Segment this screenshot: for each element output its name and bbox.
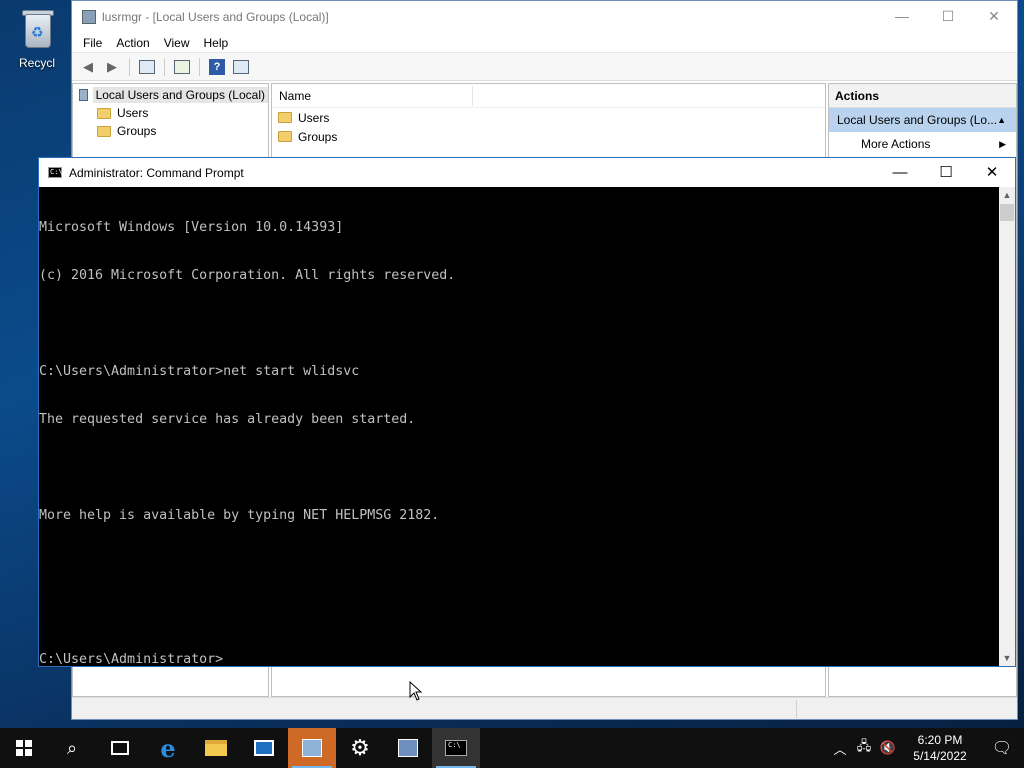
list-item-users[interactable]: Users: [272, 108, 825, 127]
task-view-button[interactable]: [96, 728, 144, 768]
export-list-icon[interactable]: [172, 57, 192, 77]
lusrmgr-maximize-button[interactable]: ☐: [925, 1, 971, 31]
taskbar-clock[interactable]: 6:20 PM 5/14/2022: [900, 732, 980, 764]
more-actions-label: More Actions: [861, 137, 931, 151]
volume-muted-icon[interactable]: 🔇: [876, 740, 900, 756]
mmc-icon: [398, 739, 418, 757]
cmd-title: Administrator: Command Prompt: [69, 165, 244, 180]
lusrmgr-toolbar: ◀ ▶ ?: [72, 53, 1017, 81]
more-actions-item[interactable]: More Actions ▶: [829, 132, 1016, 156]
menu-file[interactable]: File: [76, 36, 109, 50]
command-prompt-icon: C:\: [445, 740, 467, 756]
taskbar-settings[interactable]: ⚙: [336, 728, 384, 768]
cmd-titlebar[interactable]: C:\ Administrator: Command Prompt: [39, 158, 1015, 187]
recycle-bin-desktop-icon[interactable]: ♻ Recycl: [4, 6, 70, 70]
task-view-icon: [111, 741, 129, 755]
list-item-label: Users: [298, 110, 330, 125]
console-line: C:\Users\Administrator>net start wlidsvc: [39, 364, 360, 379]
taskbar-server-manager[interactable]: [240, 728, 288, 768]
back-arrow-icon[interactable]: ◀: [78, 57, 98, 77]
actions-section-local-users[interactable]: Local Users and Groups (Lo... ▲: [829, 108, 1016, 132]
menu-action[interactable]: Action: [109, 36, 156, 50]
menu-view[interactable]: View: [157, 36, 197, 50]
submenu-arrow-icon: ▶: [999, 138, 1006, 149]
folder-icon: [278, 112, 292, 123]
tree-item-users[interactable]: Users: [73, 104, 268, 122]
gear-icon: ⚙: [350, 735, 370, 760]
taskbar-command-prompt[interactable]: C:\: [432, 728, 480, 768]
clock-date: 5/14/2022: [913, 749, 967, 763]
taskbar-lusrmgr[interactable]: [288, 728, 336, 768]
folder-icon: [97, 125, 111, 137]
help-icon[interactable]: ?: [207, 57, 227, 77]
start-button[interactable]: [0, 728, 48, 768]
tree-item-groups[interactable]: Groups: [73, 122, 268, 140]
recycle-bin-icon: ♻: [17, 8, 57, 52]
file-explorer-icon: [205, 740, 227, 756]
network-icon[interactable]: 🖧: [852, 737, 876, 759]
taskbar-mmc[interactable]: [384, 728, 432, 768]
server-manager-icon: [254, 740, 274, 756]
menu-help[interactable]: Help: [197, 36, 236, 50]
list-item-groups[interactable]: Groups: [272, 127, 825, 146]
console-line: More help is available by typing NET HEL…: [39, 508, 440, 523]
lusrmgr-statusbar: [72, 697, 1017, 719]
scroll-thumb[interactable]: [1000, 204, 1014, 221]
windows-logo-icon: [16, 740, 32, 756]
lusrmgr-app-icon: [82, 10, 96, 24]
command-prompt-window: C:\ Administrator: Command Prompt — ☐ ✕ …: [38, 157, 1016, 667]
show-hidden-icons-chevron-icon[interactable]: ︿: [828, 739, 852, 758]
computer-management-icon: [302, 739, 322, 757]
action-center-icon[interactable]: 🗨: [980, 738, 1024, 758]
scroll-down-icon[interactable]: ▼: [999, 650, 1015, 666]
taskbar: ⌕ e ⚙ C:\ ︿ 🖧 🔇 6:20 PM 5/14/2022 🗨: [0, 728, 1024, 768]
lusrmgr-menubar: File Action View Help: [72, 33, 1017, 53]
console-scrollbar[interactable]: ▲ ▼: [999, 187, 1015, 666]
tree-item-root[interactable]: Local Users and Groups (Local): [73, 86, 268, 104]
computer-icon: [79, 89, 88, 101]
taskbar-file-explorer[interactable]: [192, 728, 240, 768]
actions-header: Actions: [829, 84, 1016, 108]
lusrmgr-minimize-button[interactable]: —: [879, 1, 925, 31]
actions-section-label: Local Users and Groups (Lo...: [837, 113, 998, 127]
console-line: (c) 2016 Microsoft Corporation. All righ…: [39, 268, 456, 283]
console-output[interactable]: Microsoft Windows [Version 10.0.14393] (…: [39, 187, 1000, 666]
tree-item-label: Groups: [117, 124, 157, 138]
show-action-pane-icon[interactable]: [231, 57, 251, 77]
show-hide-tree-icon[interactable]: [137, 57, 157, 77]
cmd-close-button[interactable]: ✕: [969, 158, 1015, 186]
cmd-maximize-button[interactable]: ☐: [923, 158, 969, 186]
list-item-label: Groups: [298, 129, 338, 144]
system-tray: ︿ 🖧 🔇 6:20 PM 5/14/2022 🗨: [828, 728, 1024, 768]
column-header-label: Name: [279, 88, 312, 103]
tree-root-label: Local Users and Groups (Local): [92, 87, 268, 103]
folder-icon: [97, 107, 111, 119]
column-header-name[interactable]: Name: [272, 84, 825, 108]
internet-explorer-icon: e: [160, 733, 176, 763]
folder-icon: [278, 131, 292, 142]
clock-time: 6:20 PM: [917, 733, 963, 747]
tree-item-label: Users: [117, 106, 149, 120]
taskbar-internet-explorer[interactable]: e: [144, 728, 192, 768]
lusrmgr-title: lusrmgr - [Local Users and Groups (Local…: [102, 10, 329, 24]
recycle-bin-label: Recycl: [18, 56, 55, 70]
scroll-up-icon[interactable]: ▲: [999, 187, 1015, 203]
forward-arrow-icon[interactable]: ▶: [102, 57, 122, 77]
search-icon: ⌕: [66, 737, 78, 758]
console-line: Microsoft Windows [Version 10.0.14393]: [39, 220, 344, 235]
search-button[interactable]: ⌕: [48, 728, 96, 768]
console-line: The requested service has already been s…: [39, 412, 416, 427]
collapse-up-icon: ▲: [997, 115, 1006, 125]
cmd-minimize-button[interactable]: —: [877, 158, 923, 186]
mouse-cursor-icon: [409, 680, 423, 704]
cmd-app-icon: C:\: [48, 167, 63, 178]
lusrmgr-titlebar[interactable]: lusrmgr - [Local Users and Groups (Local…: [72, 1, 1017, 33]
lusrmgr-close-button[interactable]: ✕: [971, 1, 1017, 31]
console-prompt-line: C:\Users\Administrator>: [39, 652, 224, 666]
